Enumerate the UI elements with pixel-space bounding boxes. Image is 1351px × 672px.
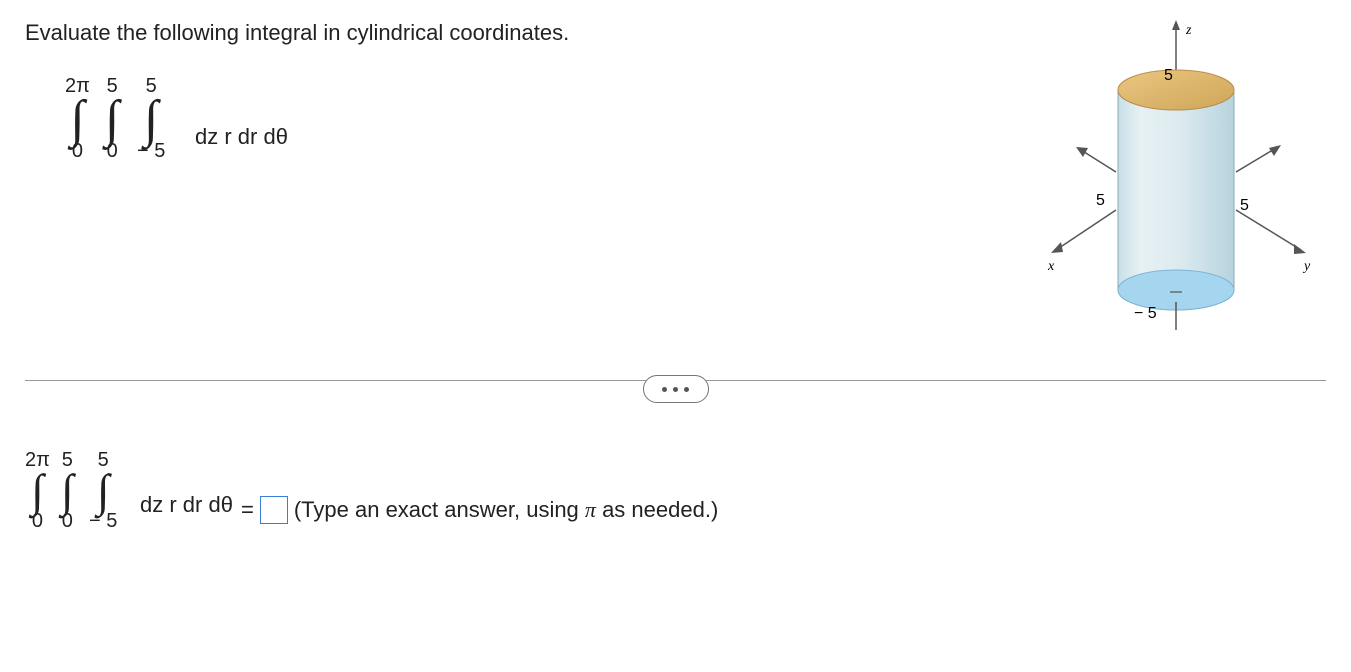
integral-inner: 5 ∫ − 5 [137, 76, 165, 161]
limit-z-lower: − 5 [137, 141, 165, 161]
triple-integral-display: 2π ∫ 0 5 ∫ 0 5 ∫ − 5 dz r dr dθ [65, 76, 569, 206]
answer-input[interactable] [260, 496, 288, 524]
integral-middle: 5 ∫ 0 [105, 76, 119, 161]
label-left-5: 5 [1096, 192, 1105, 209]
y-axis-label: y [1302, 259, 1311, 274]
triple-integral-answer: 2π ∫ 0 5 ∫ 0 5 ∫ − 5 dz r dr dθ [25, 450, 235, 570]
cylinder-figure: z x y 5 [1026, 20, 1326, 340]
answer-row: 2π ∫ 0 5 ∫ 0 5 ∫ − 5 dz r dr dθ = (Type … [25, 450, 1326, 570]
integral-sign: ∫ [105, 96, 119, 141]
expand-button[interactable] [643, 375, 709, 403]
equals-sign: = [241, 497, 254, 523]
label-bottom-neg5: − 5 [1134, 305, 1157, 322]
integral-outer: 2π ∫ 0 [65, 76, 90, 161]
integrand-text: dz r dr dθ [195, 124, 288, 150]
z-axis-label: z [1185, 23, 1192, 38]
label-top-5: 5 [1164, 67, 1173, 84]
answer-hint: (Type an exact answer, using π as needed… [294, 497, 718, 523]
label-right-5: 5 [1240, 197, 1249, 214]
limit-theta-lower: 0 [72, 141, 83, 161]
x-axis-label: x [1047, 259, 1055, 274]
prompt-text: Evaluate the following integral in cylin… [25, 20, 569, 46]
limit-r-lower: 0 [107, 141, 118, 161]
integral-sign: ∫ [70, 96, 84, 141]
integral-sign: ∫ [144, 96, 158, 141]
